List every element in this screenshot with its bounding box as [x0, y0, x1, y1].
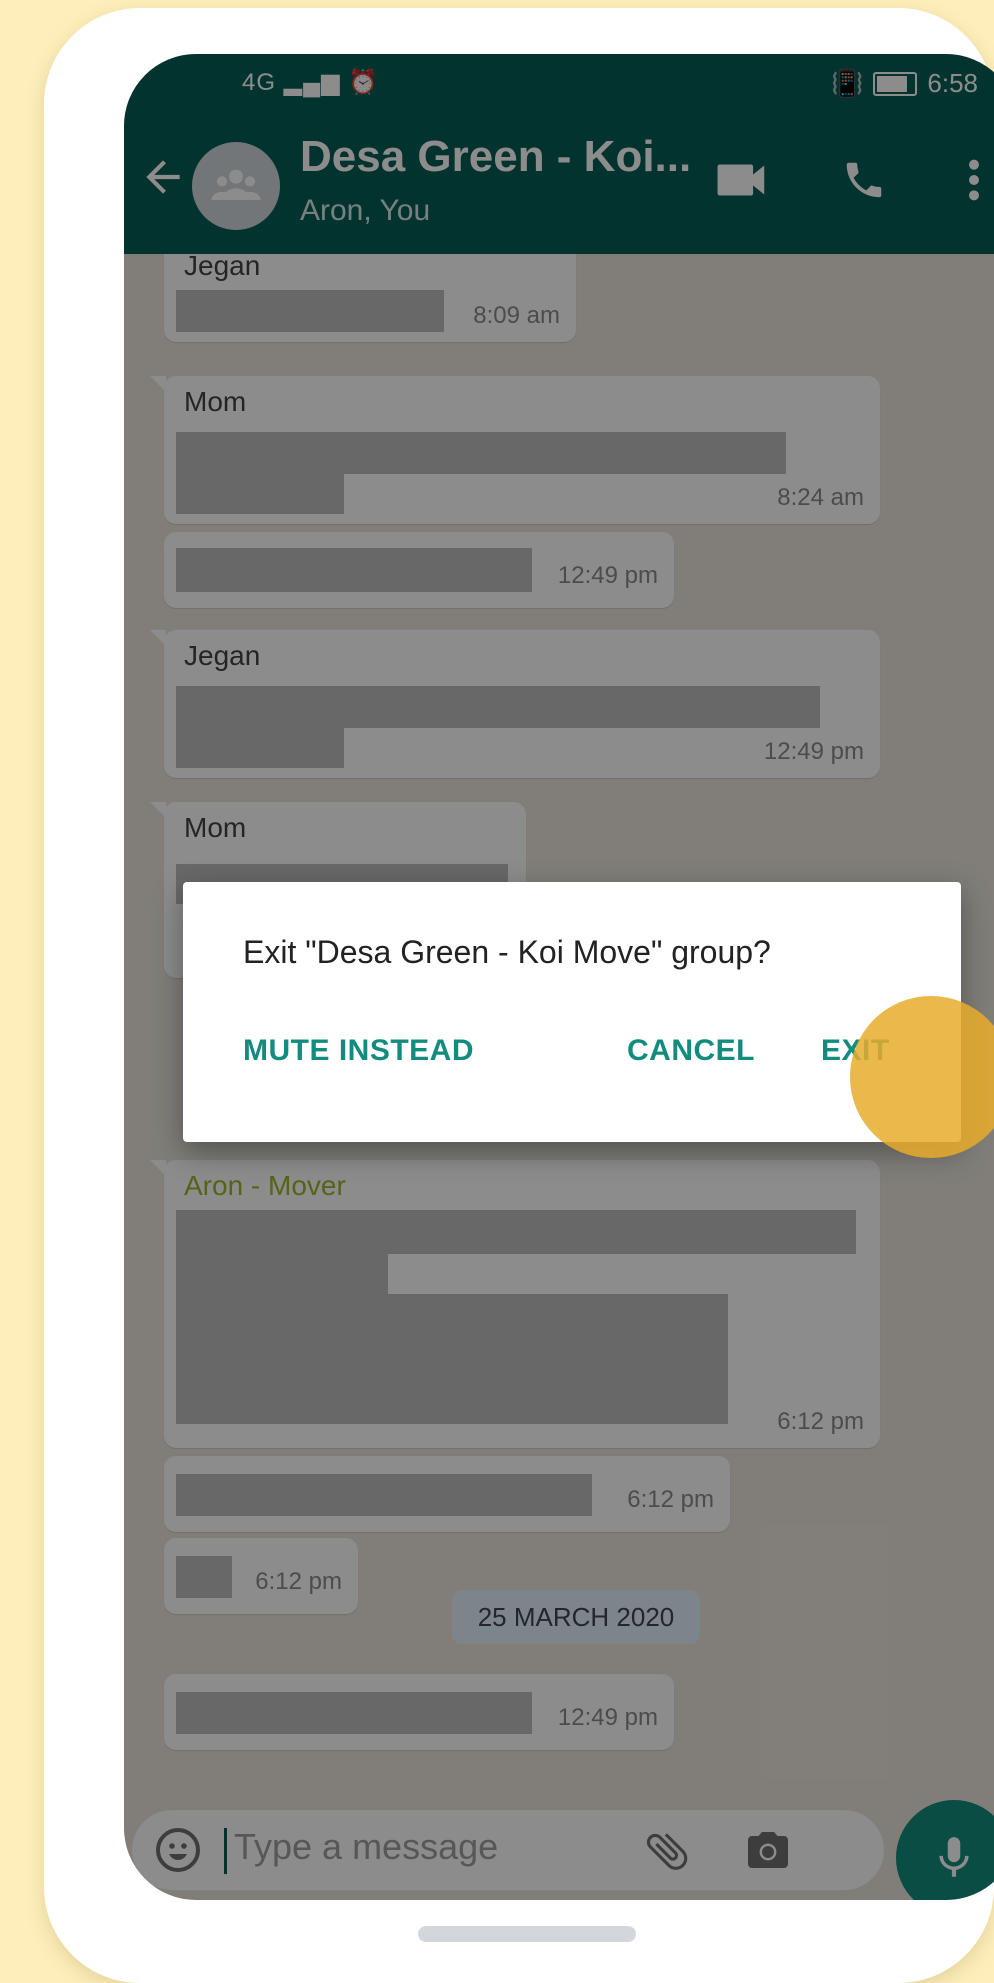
phone-screen: 4G ▂▄▆ ⏰ 📳 6:58 Desa Green - Koi... Aron…: [124, 54, 994, 1900]
mute-instead-button[interactable]: MUTE INSTEAD: [243, 1034, 474, 1068]
phone-frame: 4G ▂▄▆ ⏰ 📳 6:58 Desa Green - Koi... Aron…: [44, 8, 994, 1983]
dialog-message: Exit "Desa Green - Koi Move" group?: [243, 934, 771, 970]
exit-group-dialog: Exit "Desa Green - Koi Move" group? MUTE…: [183, 882, 961, 1142]
cancel-button[interactable]: CANCEL: [627, 1034, 755, 1068]
home-indicator: [418, 1926, 636, 1942]
